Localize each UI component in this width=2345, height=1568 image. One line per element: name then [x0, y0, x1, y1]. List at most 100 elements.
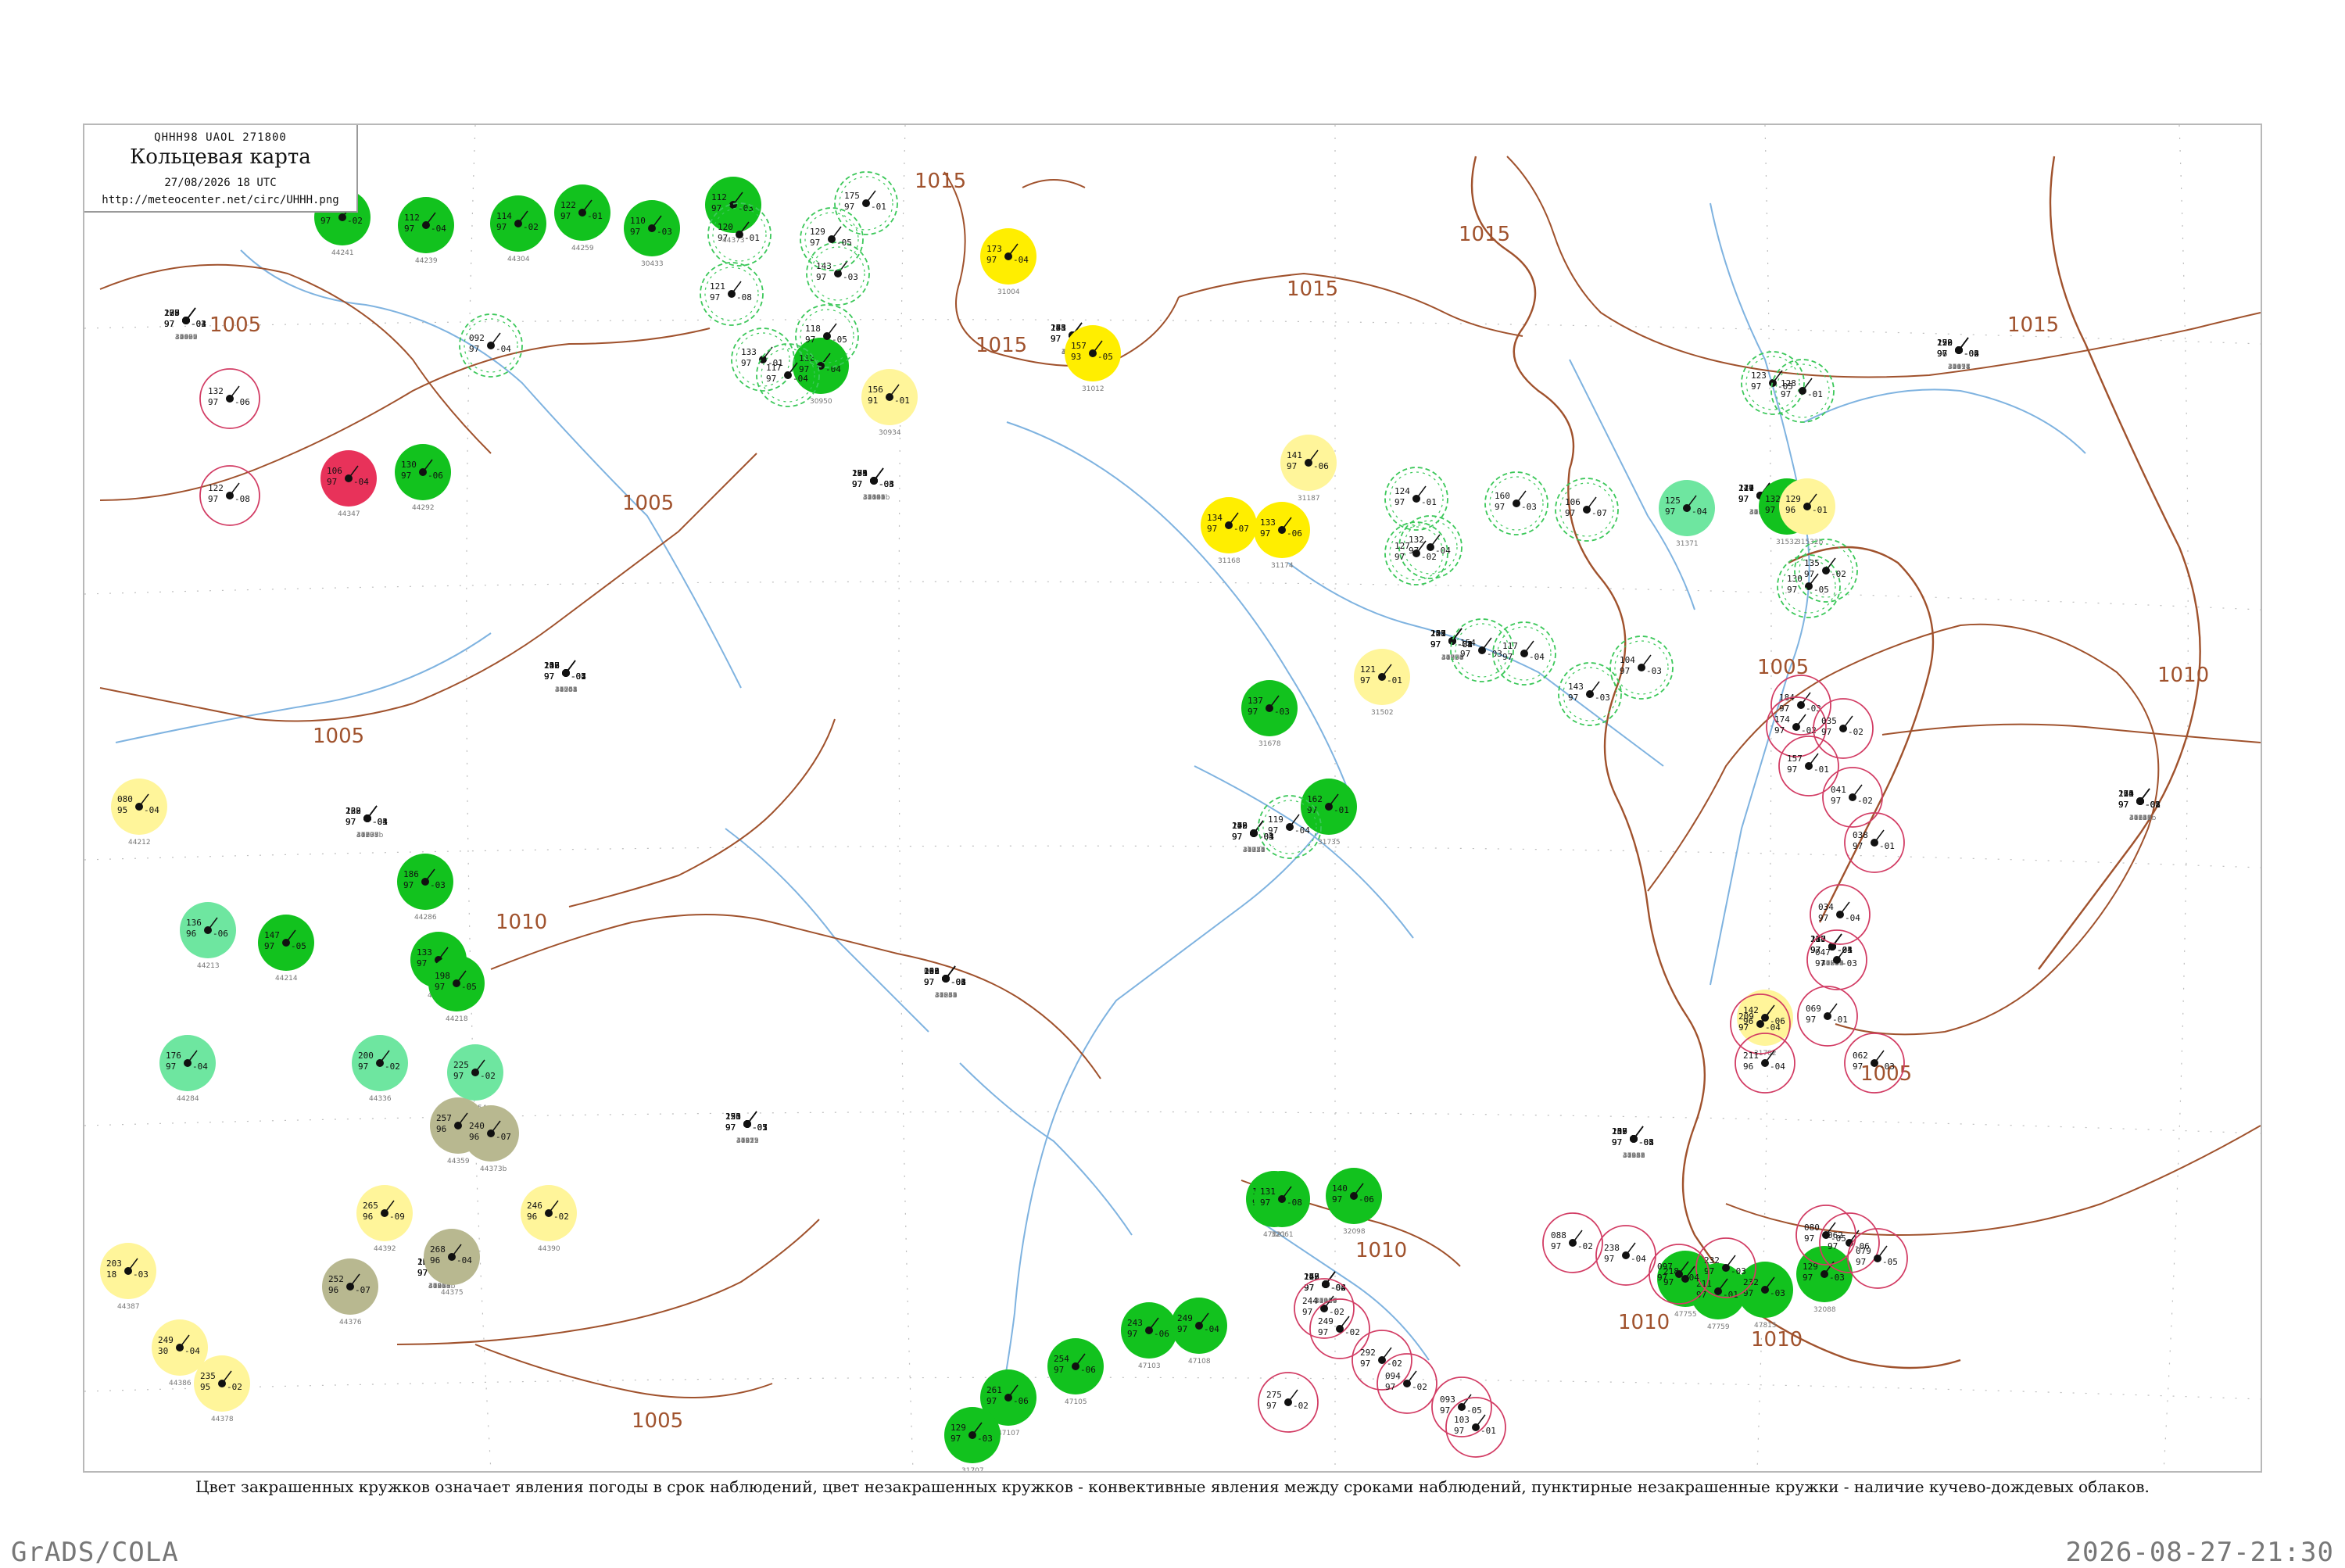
cumulonimbus-station[interactable]: 12197 -08: [700, 262, 764, 326]
weather-station[interactable]: 13497 -07 31168: [1201, 497, 1257, 565]
convective-station[interactable]: 03897 -01: [1844, 812, 1905, 873]
weather-station[interactable]: 20097 -02 44336: [352, 1035, 408, 1103]
isobar-label: 1010: [2157, 664, 2209, 687]
coastline: [1470, 156, 2201, 1369]
cumulonimbus-station[interactable]: 13397 -01: [731, 328, 795, 392]
weather-station[interactable]: 25296 -07 44376: [322, 1258, 378, 1326]
weather-station[interactable]: 13397 -06 31174: [1254, 502, 1310, 570]
weather-station[interactable]: 12297 -01 44259: [554, 184, 610, 252]
convective-station[interactable]: 13297 -06: [199, 368, 260, 429]
cumulonimbus-station[interactable]: 12497 -01: [1384, 467, 1448, 531]
convective-station[interactable]: 06997 -01: [1797, 986, 1858, 1047]
weather-station[interactable]: 26596 -09 44392: [356, 1185, 413, 1253]
weather-station[interactable]: 12997 -03 31707: [944, 1407, 1001, 1471]
weather-station[interactable]: 11497 -02 44304: [490, 195, 546, 263]
weather-station[interactable]: 12197 -01 31502: [1354, 649, 1410, 717]
weather-station[interactable]: 20318 -03 44387: [100, 1243, 156, 1311]
station-pressure: 97: [2118, 800, 2128, 810]
convective-station[interactable]: 15797 -01: [1778, 736, 1839, 797]
weather-station[interactable]: 17397 -04 31004: [980, 228, 1036, 296]
weather-station[interactable]: 11297 -04 44239: [398, 197, 454, 265]
convective-station[interactable]: 04197 -02: [1822, 767, 1883, 828]
plain-station[interactable]: 19397 -03 47412: [725, 1111, 768, 1145]
plain-station[interactable]: 18797 -02 47426: [1612, 1126, 1654, 1160]
convective-station[interactable]: 07997 -05: [1847, 1228, 1908, 1289]
station-pressure: 97: [1287, 461, 1297, 471]
station-dewpoint: -08: [234, 494, 250, 504]
plain-station[interactable]: 25097 -02 47118: [1937, 337, 1979, 371]
weather-station[interactable]: 24997 -04 47108: [1171, 1298, 1227, 1366]
station-dewpoint: -04: [144, 805, 159, 815]
convective-station[interactable]: 08897 -02: [1542, 1212, 1603, 1273]
weather-station[interactable]: 14097 -06 32098: [1326, 1168, 1382, 1236]
weather-station[interactable]: 15691 -01 30934: [861, 369, 918, 437]
convective-station[interactable]: 03597 -02: [1813, 698, 1874, 759]
station-pressure: 97: [1738, 494, 1749, 504]
cumulonimbus-station[interactable]: 11797 -04: [1492, 621, 1556, 686]
station-pressure: 97: [1787, 764, 1797, 775]
station-dewpoint: -02: [1421, 552, 1437, 562]
isobar-label: 1015: [2007, 313, 2059, 337]
station-temperature: 254: [1054, 1354, 1069, 1364]
cumulonimbus-station[interactable]: 16097 -03: [1484, 471, 1548, 535]
weather-station[interactable]: 24696 -02 44390: [521, 1185, 577, 1253]
plain-station[interactable]: 26997 -02 47090: [164, 307, 206, 342]
station-temperature: 132: [1409, 535, 1424, 545]
station-dewpoint: -04: [353, 477, 369, 487]
cumulonimbus-station[interactable]: 10697 -07: [1555, 478, 1619, 542]
convective-station[interactable]: 09497 -02: [1377, 1353, 1437, 1414]
station-id: 47118: [1948, 363, 1971, 371]
weather-station[interactable]: 19897 -05 44218: [428, 955, 485, 1023]
weather-station[interactable]: 13097 -06 44292: [395, 444, 451, 512]
station-dewpoint: -02: [1577, 1241, 1593, 1251]
station-temperature: 062: [1853, 1051, 1868, 1061]
weather-station[interactable]: 23595 -02 44378: [194, 1355, 250, 1423]
station-temperature: 130: [1787, 574, 1803, 584]
weather-station[interactable]: 24096 -07 44373b: [463, 1105, 519, 1173]
weather-station[interactable]: 18697 -03 44286: [397, 854, 453, 922]
weather-station[interactable]: 12597 -04 31371: [1659, 480, 1715, 548]
weather-station[interactable]: 16297 -0131735: [1301, 779, 1357, 847]
station-temperature: 227: [1738, 483, 1754, 493]
station-dewpoint: -08: [736, 292, 752, 303]
weather-station[interactable]: 13797 -03 31678: [1241, 680, 1298, 748]
weather-station[interactable]: 24397 -06 47103: [1121, 1302, 1177, 1370]
weather-station[interactable]: 14797 -05 44214: [258, 915, 314, 983]
plain-station[interactable]: 26297 -03 47869: [924, 965, 966, 1000]
convective-station[interactable]: 29297 -02: [1352, 1330, 1412, 1391]
cumulonimbus-station[interactable]: 12897 -01: [1770, 359, 1835, 423]
convective-station[interactable]: 12297 -08: [199, 465, 260, 526]
cumulonimbus-station[interactable]: 17597 -01: [834, 171, 898, 235]
weather-station[interactable]: 13197 -08 32061: [1254, 1171, 1310, 1239]
cumulonimbus-station[interactable]: 09297 -04: [459, 313, 523, 378]
station-dewpoint: -01: [744, 233, 760, 243]
weather-station[interactable]: 15793 -05 31012: [1065, 325, 1121, 393]
weather-station[interactable]: 25497 -06 47105: [1047, 1338, 1104, 1406]
weather-station[interactable]: 14197 -06 31187: [1280, 435, 1337, 503]
station-id: 31707: [961, 1467, 984, 1471]
station-temperature: 292: [1360, 1348, 1376, 1358]
station-id: 44213: [197, 962, 220, 970]
plain-station[interactable]: 24997 -02 47744: [544, 660, 586, 694]
station-temperature: 252: [328, 1274, 344, 1284]
cumulonimbus-station[interactable]: 12997 -05: [800, 207, 864, 271]
weather-station[interactable]: 08095 -04 44212: [111, 779, 167, 847]
weather-station[interactable]: 11097 -03 30433: [624, 200, 680, 268]
cumulonimbus-station[interactable]: 14397 -03: [806, 242, 870, 306]
weather-station[interactable]: 17697 -04 44284: [159, 1035, 216, 1103]
weather-station[interactable]: 13696 -06 44213: [180, 902, 236, 970]
weather-station[interactable]: 10697 -04 44347: [320, 450, 377, 518]
cumulonimbus-station[interactable]: 10497 -03: [1609, 635, 1674, 700]
station-dewpoint: -01: [587, 211, 603, 221]
station-pressure: 91: [868, 396, 878, 406]
station-dewpoint: -03: [752, 1122, 768, 1133]
station-temperature: 121: [710, 281, 725, 292]
convective-station[interactable]: 04797 -03: [1806, 929, 1867, 990]
weather-station[interactable]: 11297 -0430950: [793, 338, 849, 406]
convective-station[interactable]: 23897 -04: [1595, 1225, 1656, 1286]
convective-station[interactable]: 27597 -02: [1258, 1372, 1319, 1433]
station-temperature: 129: [1785, 494, 1801, 504]
cumulonimbus-station[interactable]: 14397 -03: [1558, 662, 1622, 726]
convective-station[interactable]: 17497 -02: [1766, 696, 1827, 757]
map-url[interactable]: http://meteocenter.net/circ/UHHH.png: [84, 194, 356, 206]
